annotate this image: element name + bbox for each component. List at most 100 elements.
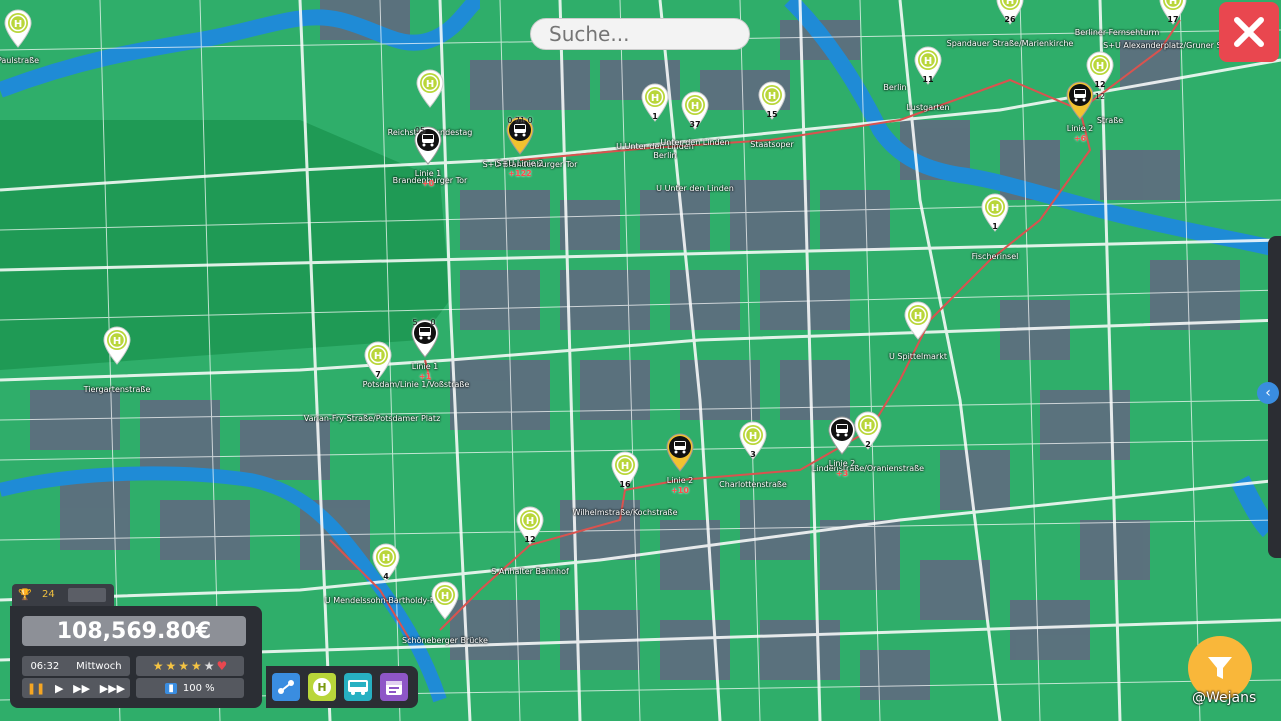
- stop-count: 26: [1004, 15, 1016, 24]
- svg-text:H: H: [749, 431, 757, 442]
- station-label: Paulstraße: [0, 56, 40, 65]
- play-button[interactable]: ▶: [55, 682, 63, 695]
- pause-button[interactable]: ❚❚: [27, 682, 45, 695]
- bus-stop-marker[interactable]: H 11: [913, 45, 943, 85]
- stop-count: 37: [689, 120, 701, 129]
- bus-stop-marker[interactable]: H: [102, 325, 132, 365]
- bus-stop-marker[interactable]: H 37: [680, 90, 710, 130]
- bus-stop-marker[interactable]: H 26: [995, 0, 1025, 25]
- svg-text:H: H: [864, 421, 872, 432]
- vehicle-passenger-delta: +3: [835, 469, 849, 478]
- passenger-counter: 12: [1094, 92, 1106, 101]
- trophy-slot: [68, 588, 106, 602]
- search-input[interactable]: [530, 18, 750, 50]
- person-icon: ▮: [165, 682, 177, 694]
- svg-text:H: H: [1096, 61, 1104, 72]
- svg-text:H: H: [691, 101, 699, 112]
- station-label: Berliner Fernsehturm: [1074, 28, 1160, 37]
- passenger-counter: 5: [412, 318, 418, 327]
- route-tool-button[interactable]: [272, 673, 300, 701]
- vehicle-passenger-delta: +0: [421, 179, 435, 188]
- station-label: U Spittelmarkt: [889, 352, 947, 361]
- station-label: Tiergartenstraße: [83, 385, 151, 394]
- bus-stop-marker[interactable]: H 1: [640, 82, 670, 122]
- svg-text:H: H: [914, 311, 922, 322]
- station-label: Straße: [1096, 116, 1124, 125]
- svg-text:H: H: [651, 93, 659, 104]
- vehicle-marker[interactable]: [665, 432, 695, 472]
- stop-count: 7: [375, 370, 381, 379]
- bus-stop-icon: H: [4, 9, 32, 48]
- vehicle-line-label: S+U Linie 2: [496, 159, 544, 168]
- tool-bar: H: [266, 666, 418, 708]
- satisfaction-value: 100 %: [182, 682, 215, 694]
- trophy-icon: 🏆: [18, 588, 32, 601]
- fastest-button[interactable]: ▶▶▶: [100, 682, 125, 695]
- svg-text:H: H: [924, 56, 932, 67]
- close-button[interactable]: [1219, 2, 1279, 62]
- vehicle-passenger-delta: +122: [508, 169, 532, 178]
- star-icon: ★: [191, 659, 202, 673]
- trophy-box: 🏆 24: [12, 584, 114, 606]
- bus-stop-marker[interactable]: H 16: [610, 450, 640, 490]
- station-label: Wilhelmstraße/Kochstraße: [572, 508, 678, 517]
- star-icon: ★: [165, 659, 177, 673]
- station-label: Varian-Fry-Straße/Potsdamer Platz: [303, 414, 441, 423]
- svg-text:H: H: [621, 461, 629, 472]
- station-label: Berlin: [653, 151, 677, 160]
- trophy-count: 24: [42, 589, 55, 600]
- rating: ★ ★ ★ ★ ★ ♥: [136, 656, 244, 676]
- bus-stop-marker[interactable]: H 7: [363, 340, 393, 380]
- svg-text:H: H: [426, 79, 434, 90]
- station-label: Berlin: [883, 83, 907, 92]
- stops-tool-button[interactable]: H: [308, 673, 336, 701]
- bus-icon: [828, 416, 856, 455]
- passenger-counter: 0: [430, 318, 436, 327]
- clock: 06:32 Mittwoch: [22, 656, 130, 676]
- vehicle-line-label: Linie 2: [1066, 124, 1094, 133]
- vehicle-marker[interactable]: [827, 415, 857, 455]
- stop-count: 15: [766, 110, 778, 119]
- bus-stop-marker[interactable]: H: [903, 300, 933, 340]
- vehicle-marker[interactable]: [1065, 80, 1095, 120]
- bus-stop-icon: H: [904, 301, 932, 340]
- vehicles-tool-button[interactable]: [344, 673, 372, 701]
- close-icon: [1234, 17, 1264, 47]
- bus-stop-marker[interactable]: H 3: [738, 420, 768, 460]
- bus-stop-marker[interactable]: H 1: [980, 192, 1010, 232]
- bus-stop-marker[interactable]: H 2: [853, 410, 883, 450]
- filter-icon: [1208, 657, 1232, 679]
- svg-text:H: H: [1169, 0, 1177, 7]
- schedule-tool-button[interactable]: [380, 673, 408, 701]
- star-half-icon: ★: [203, 659, 215, 673]
- bus-stop-marker[interactable]: H 4: [371, 542, 401, 582]
- time: 06:32: [30, 660, 60, 672]
- station-label: Schöneberger Brücke: [402, 636, 488, 645]
- stop-count: 4: [383, 572, 389, 581]
- expand-panel-button[interactable]: ‹: [1257, 382, 1279, 404]
- vehicle-line-label: Linie 1: [414, 169, 442, 178]
- station-label: Fischerinsel: [971, 252, 1019, 261]
- money-display: 108,569.80€: [22, 616, 246, 646]
- svg-text:H: H: [991, 203, 999, 214]
- heart-icon: ♥: [216, 659, 228, 673]
- stop-count: 11: [922, 75, 934, 84]
- status-panel: 108,569.80€ 06:32 Mittwoch ★ ★ ★ ★ ★ ♥ ❚…: [10, 606, 262, 708]
- bus-stop-marker[interactable]: H: [415, 68, 445, 108]
- bus-stop-marker[interactable]: H 17: [1158, 0, 1188, 25]
- vehicle-line-label: Linie 2: [666, 476, 694, 485]
- fast-forward-button[interactable]: ▶▶: [73, 682, 90, 695]
- svg-text:H: H: [14, 19, 22, 30]
- calendar-icon: [386, 681, 402, 695]
- stop-count: 1: [992, 222, 998, 231]
- bus-stop-marker[interactable]: H 12: [515, 505, 545, 545]
- chevron-left-icon: ‹: [1265, 385, 1271, 401]
- bus-icon: [1066, 81, 1094, 120]
- bus-stop-marker[interactable]: H: [3, 8, 33, 48]
- bus-stop-marker[interactable]: H: [430, 580, 460, 620]
- bus-stop-marker[interactable]: H 15: [757, 80, 787, 120]
- station-label: U Mendelssohn-Bartholdy-Park: [324, 596, 448, 605]
- station-label: Lustgarten: [906, 103, 950, 112]
- vehicle-passenger-delta: +10: [671, 486, 689, 495]
- svg-text:H: H: [374, 351, 382, 362]
